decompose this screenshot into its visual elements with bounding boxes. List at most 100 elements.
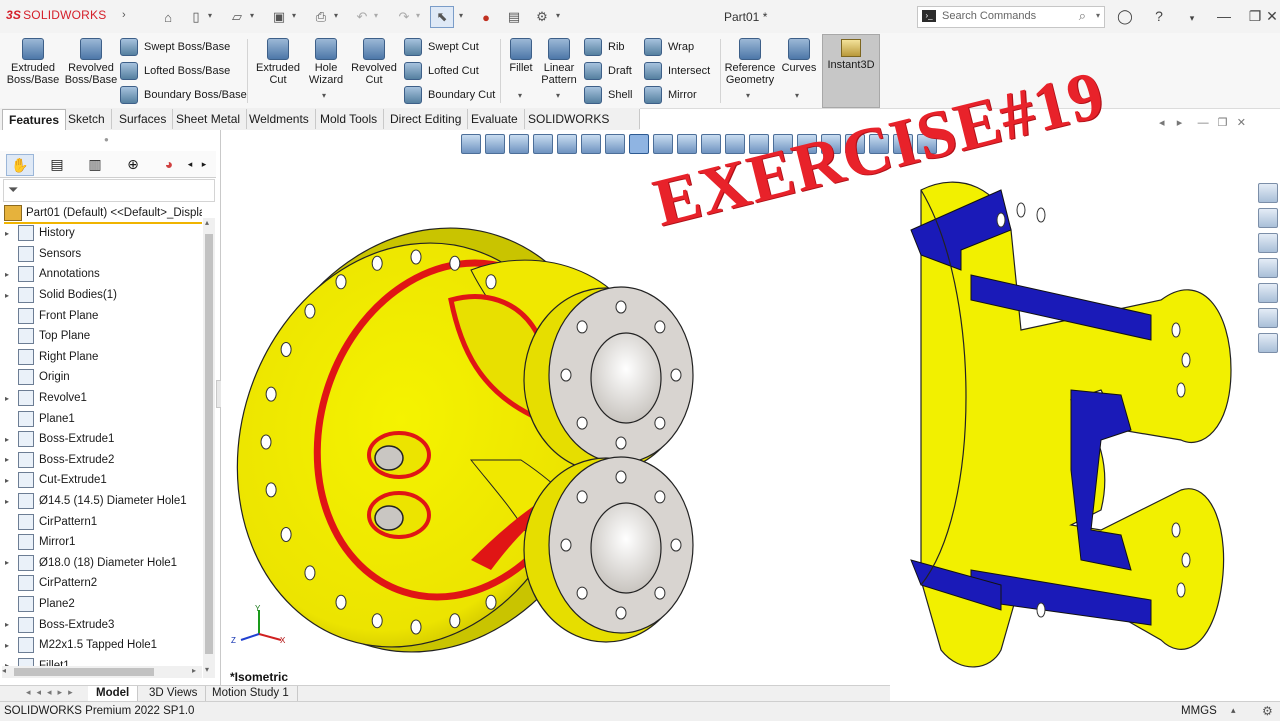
tree-node[interactable]: ▸ M22x1.5 Tapped Hole1 — [0, 635, 204, 656]
select-dropdown-icon[interactable]: ▾ — [459, 11, 463, 20]
tab-3d-views[interactable]: 3D Views — [141, 686, 207, 701]
custom-properties-icon[interactable] — [1258, 308, 1278, 328]
tab-scroll-right-icon[interactable]: ▸ — [198, 154, 210, 174]
wrap-button[interactable]: Wrap — [644, 38, 694, 56]
tree-node[interactable]: ▸ Boss-Extrude1 — [0, 429, 204, 450]
search-commands-box[interactable]: ›_ Search Commands ⌕ ▾ — [917, 6, 1105, 28]
viewport-back-icon[interactable]: ◂ — [1159, 117, 1165, 129]
extruded-boss-button[interactable]: Extruded Boss/Base — [6, 38, 60, 86]
view-palette-icon[interactable] — [1258, 258, 1278, 278]
scroll-right-icon[interactable]: ▸ — [192, 666, 196, 675]
swept-boss-button[interactable]: Swept Boss/Base — [120, 38, 230, 56]
boundary-cut-button[interactable]: Boundary Cut — [404, 86, 495, 104]
expand-arrow-icon[interactable]: ▸ — [0, 641, 14, 650]
expand-arrow-icon[interactable]: ▸ — [0, 476, 14, 485]
mirror-button[interactable]: Mirror — [644, 86, 697, 104]
scroll-left-icon[interactable]: ◂ — [2, 666, 6, 675]
fillet-dropdown-icon[interactable]: ▾ — [518, 91, 522, 100]
tree-filter-box[interactable]: ⏷ — [3, 179, 215, 202]
tab-evaluate[interactable]: Evaluate — [465, 109, 525, 129]
expand-arrow-icon[interactable]: ▸ — [0, 497, 14, 506]
tab-scroll-left-icon[interactable]: ◂ — [184, 154, 196, 174]
search-input[interactable]: Search Commands — [942, 10, 1036, 22]
revolved-boss-button[interactable]: Revolved Boss/Base — [64, 38, 118, 86]
help-dropdown-icon[interactable]: ▾ — [1180, 6, 1204, 26]
expand-arrow-icon[interactable]: ▸ — [0, 620, 14, 629]
open-folder-icon[interactable]: ▱ — [225, 6, 249, 28]
close-icon[interactable]: ✕ — [1260, 6, 1280, 26]
new-document-icon[interactable]: ▯ — [184, 6, 208, 28]
tree-horizontal-scrollbar[interactable]: ◂ ▸ — [2, 666, 202, 678]
save-dropdown-icon[interactable]: ▾ — [292, 11, 296, 20]
options-gear-icon[interactable]: ⚙ — [530, 6, 554, 28]
tab-motion-study-1[interactable]: Motion Study 1 — [204, 686, 298, 701]
viewport-close-icon[interactable]: ✕ — [1237, 117, 1246, 129]
unit-system-selector[interactable]: MMGS — [1181, 705, 1217, 717]
print-dropdown-icon[interactable]: ▾ — [334, 11, 338, 20]
customize-status-bar-icon[interactable]: ⚙ — [1262, 704, 1273, 718]
lofted-cut-button[interactable]: Lofted Cut — [404, 62, 479, 80]
viewport-forward-icon[interactable]: ▸ — [1177, 117, 1183, 129]
tree-node[interactable]: ▸ Ø14.5 (14.5) Diameter Hole1 — [0, 491, 204, 512]
tree-node[interactable]: Sensors — [0, 244, 204, 265]
tree-node[interactable]: ▸ Revolve1 — [0, 388, 204, 409]
expand-arrow-icon[interactable]: ▸ — [0, 270, 14, 279]
intersect-button[interactable]: Intersect — [644, 62, 710, 80]
expand-arrow-icon[interactable]: ▸ — [0, 455, 14, 464]
linear-pattern-dropdown-icon[interactable]: ▾ — [556, 91, 560, 100]
redo-dropdown-icon[interactable]: ▾ — [416, 11, 420, 20]
scroll-up-icon[interactable]: ▴ — [205, 218, 209, 227]
tree-node[interactable]: Right Plane — [0, 347, 204, 368]
minimize-icon[interactable]: — — [1212, 6, 1236, 26]
tab-weldments[interactable]: Weldments — [243, 109, 316, 129]
revolved-cut-button[interactable]: Revolved Cut — [350, 38, 398, 86]
tree-node[interactable]: Mirror1 — [0, 532, 204, 553]
tree-node[interactable]: Top Plane — [0, 326, 204, 347]
units-dropdown-icon[interactable]: ▴ — [1231, 705, 1236, 716]
linear-pattern-button[interactable]: Linear Pattern — [538, 38, 580, 86]
extruded-cut-button[interactable]: Extruded Cut — [252, 38, 304, 86]
search-dropdown-icon[interactable]: ▾ — [1096, 11, 1100, 20]
tree-node[interactable]: CirPattern1 — [0, 511, 204, 532]
tree-node[interactable]: Plane2 — [0, 594, 204, 615]
tree-node[interactable]: CirPattern2 — [0, 573, 204, 594]
file-properties-icon[interactable]: ▤ — [502, 6, 526, 28]
expand-arrow-icon[interactable]: ▸ — [0, 435, 14, 444]
design-library-icon[interactable] — [1258, 208, 1278, 228]
swept-cut-button[interactable]: Swept Cut — [404, 38, 479, 56]
tree-node[interactable]: ▸ Solid Bodies(1) — [0, 285, 204, 306]
shell-button[interactable]: Shell — [584, 86, 632, 104]
viewport-minimize-icon[interactable]: — — [1198, 117, 1209, 129]
part-root-node[interactable]: Part01 (Default) <<Default>_Display — [4, 204, 202, 224]
tab-navigation-arrows-icon[interactable]: ◂◂◂▸▸ — [26, 687, 79, 698]
configuration-manager-tab-icon[interactable]: ▥ — [82, 154, 108, 174]
rib-button[interactable]: Rib — [584, 38, 625, 56]
open-dropdown-icon[interactable]: ▾ — [250, 11, 254, 20]
save-icon[interactable]: ▣ — [267, 6, 291, 28]
panel-grip-icon[interactable]: ● — [104, 135, 109, 144]
section-view-part[interactable] — [910, 181, 1232, 668]
options-dropdown-icon[interactable]: ▾ — [556, 11, 560, 20]
property-manager-tab-icon[interactable]: ▤ — [44, 154, 70, 174]
tree-node[interactable]: ▸ Cut-Extrude1 — [0, 470, 204, 491]
reference-geometry-dropdown-icon[interactable]: ▾ — [746, 91, 750, 100]
tree-node[interactable]: Plane1 — [0, 408, 204, 429]
undo-dropdown-icon[interactable]: ▾ — [374, 11, 378, 20]
lofted-boss-button[interactable]: Lofted Boss/Base — [120, 62, 230, 80]
tree-node[interactable]: Front Plane — [0, 305, 204, 326]
tree-node[interactable]: ▸ Boss-Extrude3 — [0, 614, 204, 635]
boundary-boss-button[interactable]: Boundary Boss/Base — [120, 86, 247, 104]
tree-node[interactable]: ▸ History — [0, 223, 204, 244]
expand-arrow-icon[interactable]: ▸ — [0, 291, 14, 300]
curves-button[interactable]: Curves — [780, 38, 818, 74]
draft-button[interactable]: Draft — [584, 62, 632, 80]
tab-solidworks-add-ins[interactable]: SOLIDWORKS Add-Ins — [522, 109, 640, 146]
scrollbar-thumb[interactable] — [14, 668, 154, 676]
scrollbar-thumb[interactable] — [205, 234, 213, 654]
home-icon[interactable]: ⌂ — [156, 6, 180, 28]
tree-node[interactable]: ▸ Annotations — [0, 264, 204, 285]
select-cursor-icon[interactable]: ⬉ — [430, 6, 454, 28]
help-icon[interactable]: ? — [1147, 6, 1171, 26]
tab-features[interactable]: Features — [2, 109, 67, 130]
undo-icon[interactable]: ↶ — [350, 6, 374, 28]
